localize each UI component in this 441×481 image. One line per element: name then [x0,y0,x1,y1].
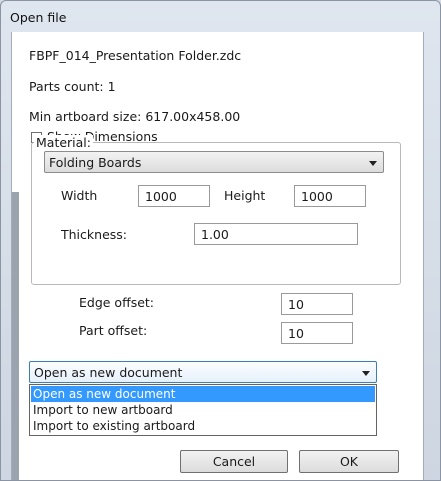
edge-offset-input[interactable]: 10 [281,293,353,315]
dialog-title: Open file [10,10,67,25]
window-edge-strip [12,192,19,480]
part-offset-label: Part offset: [79,323,148,338]
open-mode-option[interactable]: Import to new artboard [31,402,375,418]
ok-button[interactable]: OK [299,450,399,473]
width-input-value: 1000 [145,189,177,204]
thickness-input[interactable]: 1.00 [194,223,358,245]
file-name-label: FBPF_014_Presentation Folder.zdc [29,48,242,63]
open-file-dialog: Open file FBPF_014_Presentation Folder.z… [0,0,441,481]
material-select-value: Folding Boards [49,155,142,170]
chevron-down-icon [369,161,377,166]
width-label: Width [61,188,98,203]
chevron-down-icon [362,371,370,376]
height-label: Height [224,188,266,203]
part-offset-value: 10 [288,326,304,341]
open-mode-option[interactable]: Import to existing artboard [31,418,375,434]
cancel-button[interactable]: Cancel [180,450,288,473]
thickness-input-value: 1.00 [201,227,229,242]
height-input-value: 1000 [301,189,333,204]
title-bar[interactable]: Open file [1,1,440,32]
open-mode-select[interactable]: Open as new document [29,361,377,383]
open-mode-select-value: Open as new document [34,365,183,380]
part-offset-input[interactable]: 10 [281,322,353,344]
edge-offset-value: 10 [288,297,304,312]
min-artboard-label: Min artboard size: 617.00x458.00 [29,109,241,124]
width-input[interactable]: 1000 [138,185,210,207]
open-mode-dropdown-list: Open as new document Import to new artbo… [29,384,377,436]
edge-offset-label: Edge offset: [79,295,155,310]
dialog-body: FBPF_014_Presentation Folder.zdc Parts c… [11,32,424,480]
thickness-label: Thickness: [61,227,127,242]
parts-count-label: Parts count: 1 [29,79,116,94]
material-group-title: Material: [34,135,93,150]
height-input[interactable]: 1000 [294,185,366,207]
open-mode-option[interactable]: Open as new document [31,386,375,402]
material-select[interactable]: Folding Boards [44,151,384,173]
